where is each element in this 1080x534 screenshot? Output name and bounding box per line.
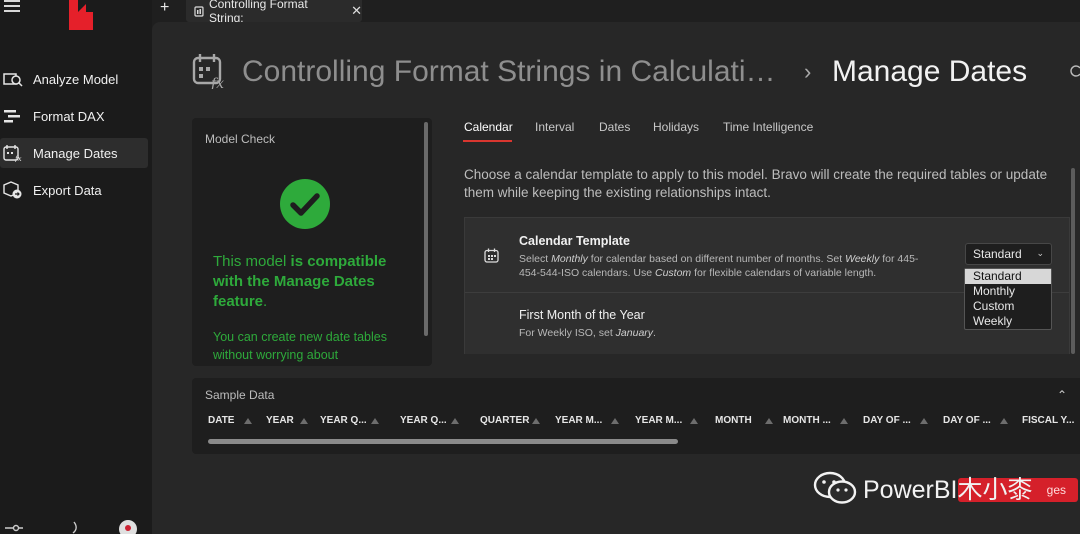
watermark-text: PowerBI木小桼 [863, 476, 1033, 504]
sort-icon[interactable] [451, 417, 459, 424]
dropdown-option-standard[interactable]: Standard [965, 269, 1051, 284]
nav-item-label: Format DAX [33, 108, 105, 124]
calendar-icon [484, 248, 499, 263]
column-header[interactable]: DAY OF ... [863, 415, 911, 426]
breadcrumb-separator: › [804, 59, 812, 84]
nav-item-format-dax[interactable]: Format DAX [0, 101, 148, 131]
menu-icon[interactable] [4, 0, 20, 12]
nav-item-analyze-model[interactable]: Analyze Model [0, 64, 148, 94]
compatibility-message: This model is compatible with the Manage… [213, 253, 387, 310]
calendar-description: Choose a calendar template to apply to t… [464, 167, 1048, 200]
calendar-template-title: Calendar Template [519, 234, 630, 248]
calendar-template-selected: Standard [973, 247, 1022, 261]
sort-icon[interactable] [765, 417, 773, 424]
analyze-model-icon [2, 70, 24, 88]
tab-time-intelligence[interactable]: Time Intelligence [723, 120, 813, 134]
active-tab-indicator [463, 140, 512, 142]
sample-data-header-row: DATE YEAR YEAR Q... YEAR Q... QUARTER YE… [208, 415, 1080, 429]
manage-dates-title-icon: fx [192, 54, 224, 89]
card-scrollbar[interactable] [424, 122, 428, 336]
sample-data-panel: Sample Data ⌃ DATE YEAR YEAR Q... YEAR Q… [192, 378, 1080, 454]
column-header[interactable]: YEAR M... [635, 415, 682, 426]
column-header[interactable]: FISCAL Y... [1022, 415, 1074, 426]
sort-icon[interactable] [300, 417, 308, 424]
svg-text:fx: fx [14, 155, 22, 162]
sort-icon[interactable] [611, 417, 619, 424]
new-tab-button[interactable]: + [160, 0, 169, 16]
column-header[interactable]: MONTH [715, 415, 752, 426]
column-header[interactable]: YEAR Q... [320, 415, 367, 426]
dropdown-option-weekly[interactable]: Weekly [965, 314, 1051, 329]
column-header[interactable]: MONTH ... [783, 415, 831, 426]
content-scrollbar[interactable] [1071, 168, 1075, 354]
sample-data-scrollbar[interactable] [208, 439, 678, 444]
nav-item-label: Analyze Model [33, 71, 119, 87]
sort-icon[interactable] [920, 417, 928, 424]
sort-icon[interactable] [532, 417, 540, 424]
manage-dates-icon: fx [2, 144, 24, 162]
success-check-icon [280, 179, 330, 229]
format-dax-icon [2, 107, 24, 125]
theme-icon[interactable] [64, 518, 84, 534]
column-header[interactable]: YEAR Q... [400, 415, 447, 426]
compatibility-subtext: You can create new date tables without w… [213, 330, 387, 362]
tab-interval[interactable]: Interval [535, 120, 574, 134]
dropdown-option-monthly[interactable]: Monthly [965, 284, 1051, 299]
svg-text:fx: fx [210, 76, 224, 89]
first-month-description: For Weekly ISO, set January. [519, 327, 656, 339]
settings-sliders-icon[interactable] [4, 518, 24, 534]
calendar-template-select[interactable]: Standard ⌄ [965, 243, 1052, 265]
watermark: PowerBI木小桼 [813, 470, 1032, 506]
dropdown-option-custom[interactable]: Custom [965, 299, 1051, 314]
breadcrumb-parent[interactable]: Controlling Format Strings in Calculati… [242, 52, 776, 92]
chevron-down-icon: ⌄ [1036, 248, 1044, 258]
tab-calendar[interactable]: Calendar [464, 120, 513, 134]
document-tab[interactable]: Controlling Format String: ✕ [186, 0, 362, 25]
tab-holidays[interactable]: Holidays [653, 120, 699, 134]
tab-dates[interactable]: Dates [599, 120, 630, 134]
model-check-heading: Model Check [205, 132, 276, 146]
sample-data-heading: Sample Data [205, 388, 275, 402]
nav-item-manage-dates[interactable]: fx Manage Dates [0, 138, 148, 168]
refresh-icon[interactable] [1070, 64, 1080, 78]
sort-icon[interactable] [840, 417, 848, 424]
bravo-logo [69, 0, 93, 30]
close-tab-icon[interactable]: ✕ [351, 3, 362, 19]
avatar[interactable] [118, 518, 138, 534]
sort-icon[interactable] [371, 417, 379, 424]
sort-icon[interactable] [1000, 417, 1008, 424]
column-header[interactable]: YEAR M... [555, 415, 602, 426]
page-title: Manage Dates [832, 55, 1028, 88]
nav-item-export-data[interactable]: Export Data [0, 175, 148, 205]
nav-item-label: Export Data [33, 182, 102, 198]
model-check-card: Model Check This model is compatible wit… [192, 118, 432, 366]
sort-icon[interactable] [690, 417, 698, 424]
left-navigation: Analyze Model Format DAX fx Manage Dates… [0, 0, 152, 534]
collapse-icon[interactable]: ⌃ [1057, 388, 1067, 402]
first-month-title: First Month of the Year [519, 308, 645, 322]
document-icon [194, 5, 204, 17]
calendar-template-dropdown: Standard Monthly Custom Weekly [964, 268, 1052, 330]
sort-icon[interactable] [244, 417, 252, 424]
column-header[interactable]: YEAR [266, 415, 294, 426]
nav-item-label: Manage Dates [33, 145, 118, 161]
wechat-icon [813, 471, 857, 504]
column-header[interactable]: DAY OF ... [943, 415, 991, 426]
calendar-template-description: Select Monthly for calendar based on dif… [519, 253, 919, 279]
column-header[interactable]: DATE [208, 415, 234, 426]
export-data-icon [2, 181, 24, 199]
column-header[interactable]: QUARTER [480, 415, 529, 426]
